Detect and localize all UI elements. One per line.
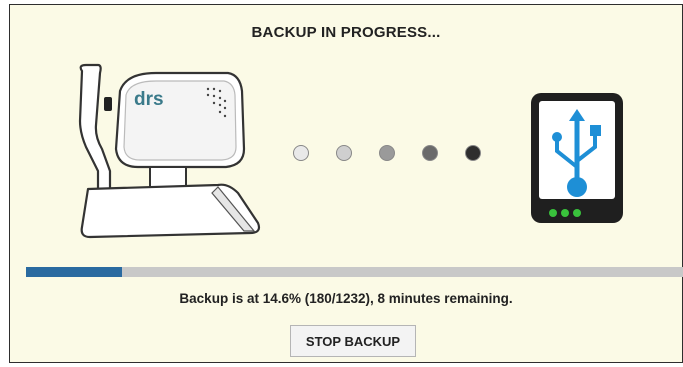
transfer-dot	[336, 145, 352, 161]
backup-status-text: Backup is at 14.6% (180/1232), 8 minutes…	[179, 291, 513, 306]
transfer-dot	[293, 145, 309, 161]
transfer-dot	[379, 145, 395, 161]
usb-drive-icon	[531, 93, 623, 223]
stop-backup-button[interactable]: STOP BACKUP	[290, 325, 416, 357]
transfer-indicator	[293, 145, 493, 165]
drs-camera-icon: drs	[78, 63, 261, 239]
backup-dialog: BACKUP IN PROGRESS... drs Backup is at 1…	[9, 4, 683, 363]
drs-logo: drs	[134, 89, 164, 110]
backup-progress-bar	[26, 267, 683, 277]
transfer-dot	[465, 145, 481, 161]
transfer-dot	[422, 145, 438, 161]
backup-progress-fill	[26, 267, 123, 277]
dialog-title: BACKUP IN PROGRESS...	[251, 24, 441, 41]
